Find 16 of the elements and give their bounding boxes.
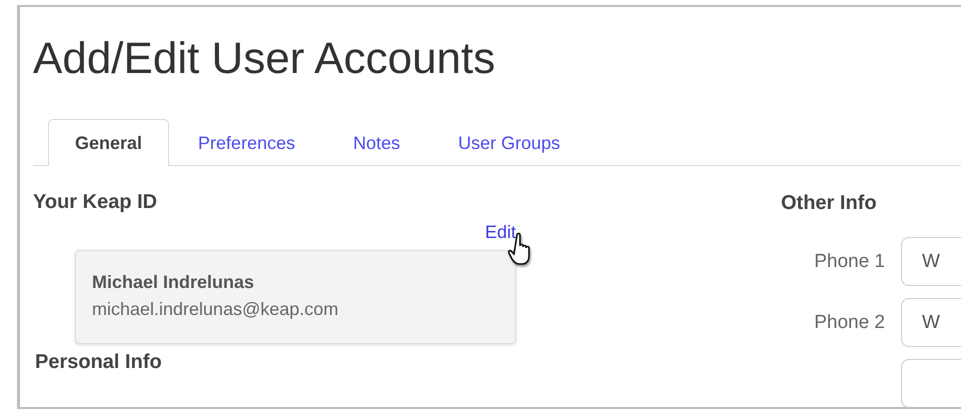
phone-type-field[interactable]: W	[901, 298, 961, 348]
section-heading: Other Info	[781, 191, 878, 216]
tab[interactable]: General	[48, 119, 170, 166]
edit-link[interactable]: Edit	[33, 220, 516, 244]
user-email: michael.indrelunas@keap.com	[92, 298, 340, 322]
section-heading: Personal Info	[35, 350, 163, 374]
field-label: Phone 2	[813, 310, 885, 335]
section-heading: Your Keap ID	[33, 190, 158, 214]
tab[interactable]: User Groups	[429, 119, 590, 166]
tab[interactable]: Preferences	[169, 119, 324, 166]
phone-type-field[interactable]	[901, 359, 961, 407]
phone-type-field[interactable]: W	[901, 237, 961, 286]
user-name: Michael Indrelunas	[92, 271, 256, 294]
page-title: Add/Edit User Accounts	[32, 33, 496, 84]
field-label: Phone 1	[813, 250, 885, 274]
tab[interactable]: Notes	[324, 119, 430, 166]
